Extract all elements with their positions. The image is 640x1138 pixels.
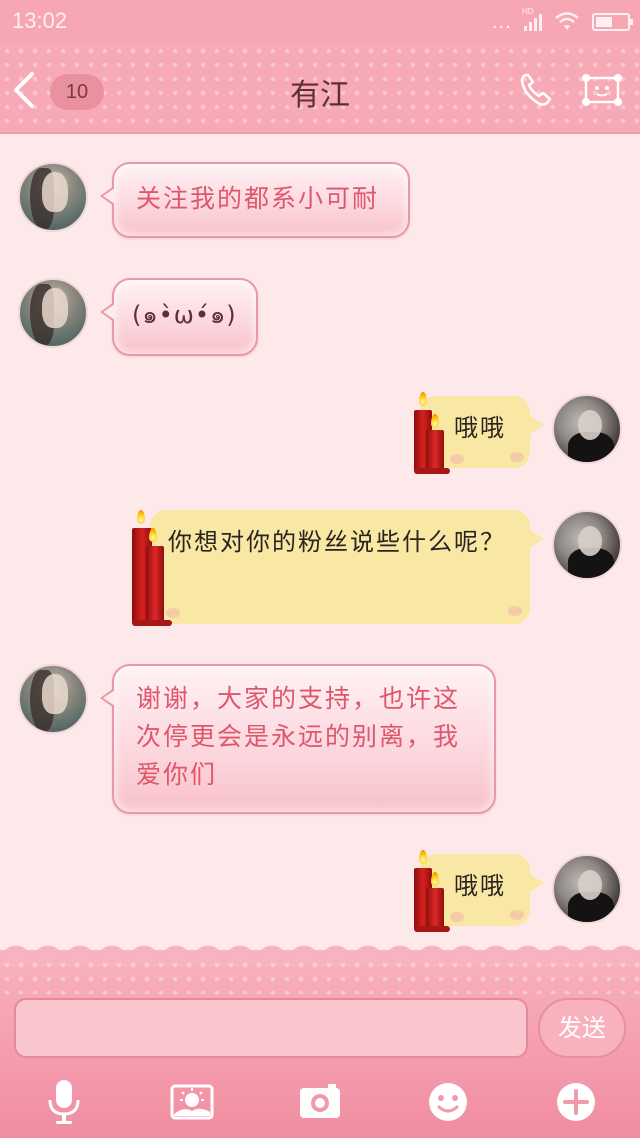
message-text: 谢谢，大家的支持，也许这次停更会是永远的别离，我爱你们	[136, 684, 461, 789]
chat-header: 10 有江	[0, 44, 640, 134]
signal-icon: HD	[522, 7, 542, 31]
emoji-icon[interactable]	[426, 1078, 470, 1126]
contact-avatar[interactable]	[18, 162, 88, 232]
image-icon[interactable]	[170, 1078, 214, 1126]
message-text: (๑•̀ω•́๑)	[132, 301, 237, 329]
input-bar: 发送	[0, 942, 640, 1138]
input-toolbar	[0, 1078, 640, 1134]
message-input[interactable]	[14, 998, 528, 1058]
message-bubble-incoming[interactable]: (๑•̀ω•́๑)	[100, 278, 258, 356]
my-avatar[interactable]	[552, 510, 622, 580]
message-bubble-incoming[interactable]: 谢谢，大家的支持，也许这次停更会是永远的别离，我爱你们	[100, 664, 496, 814]
status-bar: 13:02 ... HD	[0, 0, 640, 44]
message-text: 哦哦	[454, 872, 506, 900]
message-list[interactable]: 关注我的都系小可耐 (๑•̀ω•́๑) 哦哦 你想对你的粉丝说些什么呢？ 谢谢，…	[0, 136, 640, 956]
camera-icon[interactable]	[298, 1078, 342, 1126]
microphone-icon[interactable]	[42, 1078, 86, 1126]
back-arrow-icon[interactable]	[8, 70, 38, 110]
candle-decoration-icon	[414, 850, 454, 932]
message-bubble-outgoing[interactable]: 你想对你的粉丝说些什么呢？	[150, 510, 544, 624]
status-icons: ... HD	[491, 7, 633, 34]
message-text: 哦哦	[454, 414, 506, 442]
more-dots-icon: ...	[491, 11, 512, 33]
wifi-icon	[555, 12, 579, 30]
plus-icon[interactable]	[554, 1078, 598, 1126]
phone-icon[interactable]	[518, 72, 554, 108]
message-text: 关注我的都系小可耐	[136, 184, 380, 213]
profile-icon[interactable]	[580, 72, 624, 108]
my-avatar[interactable]	[552, 394, 622, 464]
decorative-dots	[0, 958, 640, 994]
message-bubble-incoming[interactable]: 关注我的都系小可耐	[100, 162, 410, 238]
send-button[interactable]: 发送	[538, 998, 626, 1058]
my-avatar[interactable]	[552, 854, 622, 924]
message-text: 你想对你的粉丝说些什么呢？	[168, 528, 506, 556]
battery-icon	[592, 13, 633, 31]
candle-decoration-icon	[414, 392, 454, 474]
contact-avatar[interactable]	[18, 664, 88, 734]
unread-count-badge[interactable]: 10	[50, 74, 104, 110]
candle-decoration-icon	[132, 510, 172, 626]
contact-avatar[interactable]	[18, 278, 88, 348]
status-time: 13:02	[12, 8, 68, 33]
hd-label: HD	[522, 7, 534, 16]
